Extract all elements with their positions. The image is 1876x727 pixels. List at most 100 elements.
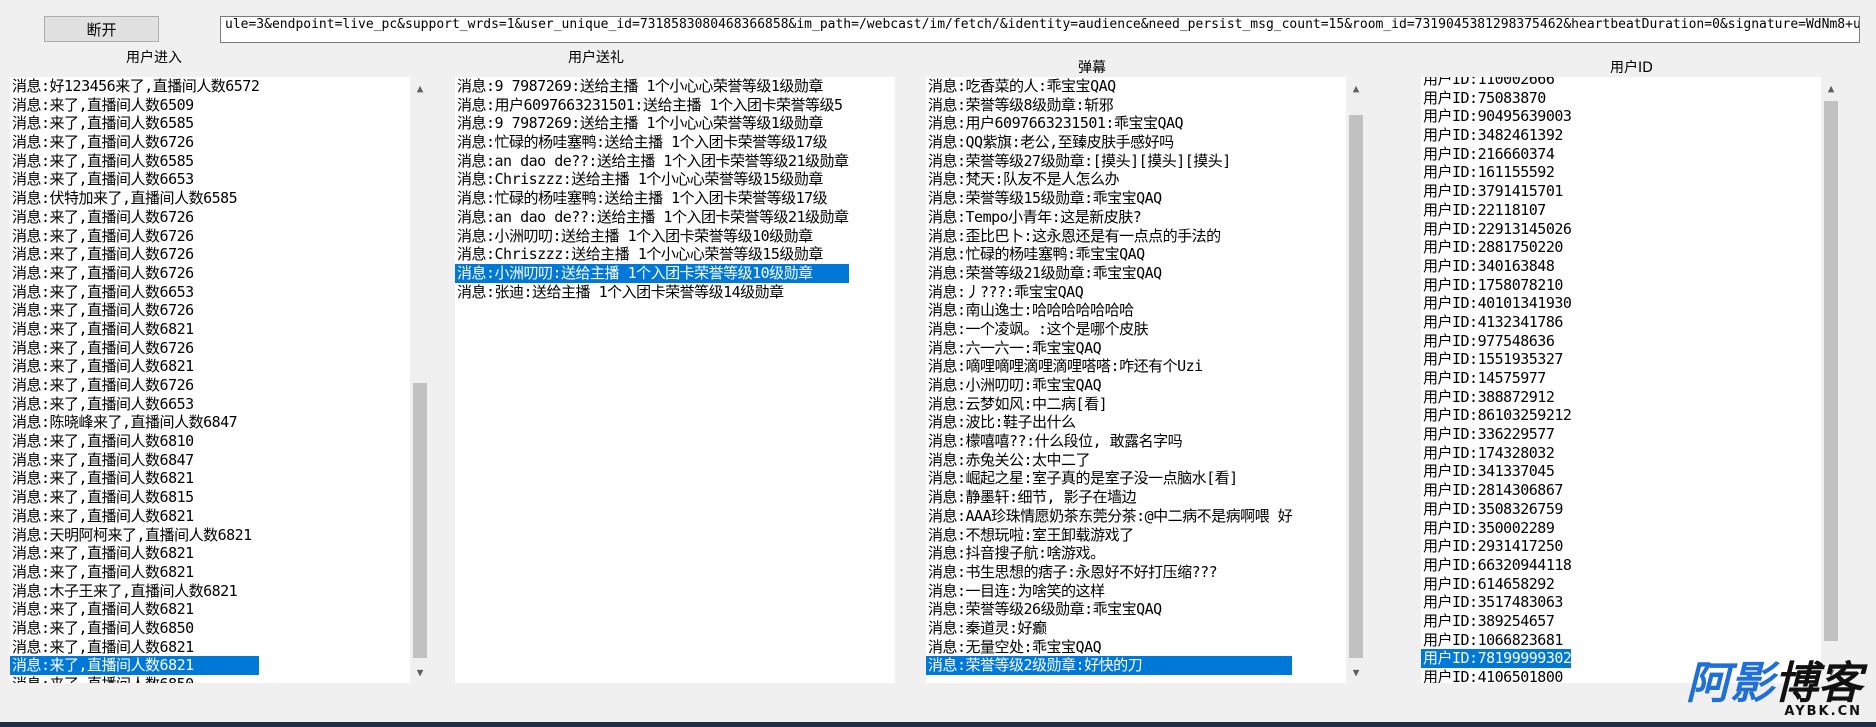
list-item[interactable]: 用户ID:3791415701	[1421, 182, 1571, 201]
scroll-up-arrow-icon[interactable]: ▲	[1346, 79, 1366, 97]
list-item[interactable]: 用户ID:66320944118	[1421, 556, 1572, 575]
list-item[interactable]: 消息:木子王来了,直播间人数6821	[10, 582, 259, 601]
list-item[interactable]: 消息:赤兔关公:太中二了	[926, 451, 1292, 470]
list-item[interactable]: 用户ID:4106501800	[1421, 668, 1571, 683]
list-item[interactable]: 用户ID:110002666	[1421, 77, 1571, 89]
list-item[interactable]: 消息:吃香菜的人:乖宝宝QAQ	[926, 77, 1292, 96]
list-item[interactable]: 消息:来了,直播间人数6821	[10, 469, 259, 488]
list-item[interactable]: 消息:来了,直播间人数6653	[10, 395, 259, 414]
list-item[interactable]: 消息:Chriszzz:送给主播 1个小心心荣誉等级15级勋章	[455, 245, 849, 264]
list-item[interactable]: 消息:来了,直播间人数6653	[10, 170, 259, 189]
list-item[interactable]: 消息:忙碌的杨哇塞鸭:乖宝宝QAQ	[926, 245, 1292, 264]
list-item[interactable]: 用户ID:86103259212	[1421, 406, 1572, 425]
list-item[interactable]: 消息:秦道灵:好癫	[926, 619, 1292, 638]
list-item[interactable]: 消息:来了,直播间人数6726	[10, 339, 259, 358]
list-item[interactable]: 消息:波比:鞋子出什么	[926, 413, 1292, 432]
list-item[interactable]: 用户ID:2881750220	[1421, 238, 1571, 257]
user-id-list[interactable]: 用户ID:110002666 用户ID:75083870 用户ID:90495639…	[1421, 77, 1841, 683]
list-item[interactable]: 消息:张迪:送给主播 1个入团卡荣誉等级14级勋章	[455, 283, 849, 302]
list-item[interactable]: 消息:梵天:队友不是人怎么办	[926, 170, 1292, 189]
list-item[interactable]: 消息:一目连:为啥笑的这样	[926, 582, 1292, 601]
list-item[interactable]: 消息:来了,直播间人数6815	[10, 488, 259, 507]
list-item[interactable]: 消息:荣誉等级2级勋章:好快的刀	[926, 656, 1293, 675]
list-item[interactable]: 用户ID:3517483063	[1421, 593, 1571, 612]
list-item[interactable]: 消息:好123456来了,直播间人数6572	[10, 77, 260, 96]
list-item[interactable]: 用户ID:388872912	[1421, 388, 1571, 407]
list-item[interactable]: 消息:an dao de??:送给主播 1个入团卡荣誉等级21级勋章	[455, 152, 849, 171]
list-item[interactable]: 用户ID:90495639003	[1421, 107, 1572, 126]
list-item[interactable]: 用户ID:340163848	[1421, 257, 1571, 276]
scroll-down-arrow-icon[interactable]: ▼	[410, 663, 430, 681]
user-gift-list[interactable]: 消息:9 7987269:送给主播 1个小心心荣誉等级1级勋章 消息:用户6097…	[455, 77, 895, 683]
list-item[interactable]: 消息:书生思想的痞子:永恩好不好打压缩???	[926, 563, 1292, 582]
list-item[interactable]: 消息:来了,直播间人数6585	[10, 114, 259, 133]
list-item[interactable]: 用户ID:1066823681	[1421, 631, 1571, 650]
list-item[interactable]: 用户ID:389254657	[1421, 612, 1571, 631]
list-item[interactable]: 消息:来了,直播间人数6726	[10, 208, 259, 227]
list-item[interactable]: 消息:小洲叨叨:乖宝宝QAQ	[926, 376, 1292, 395]
list-item[interactable]: 消息:来了,直播间人数6821	[10, 507, 259, 526]
list-item[interactable]: 用户ID:2931417250	[1421, 537, 1571, 556]
list-item[interactable]: 消息:荣誉等级26级勋章:乖宝宝QAQ	[926, 600, 1292, 619]
list-item[interactable]: 消息:来了,直播间人数6653	[10, 283, 259, 302]
list-item[interactable]: 用户ID:161155592	[1421, 163, 1571, 182]
list-item[interactable]: 消息:不想玩啦:室王卸载游戏了	[926, 526, 1292, 545]
list-item[interactable]: 消息:无量空处:乖宝宝QAQ	[926, 638, 1292, 657]
scroll-thumb[interactable]	[1349, 115, 1363, 658]
list-item[interactable]: 用户ID:614658292	[1421, 575, 1571, 594]
list-item[interactable]: 消息:南山逸士:哈哈哈哈哈哈哈	[926, 301, 1292, 320]
list-item[interactable]: 用户ID:341337045	[1421, 462, 1571, 481]
list-item[interactable]: 消息:崛起之星:室子真的是室子没一点脑水[看]	[926, 469, 1292, 488]
list-item[interactable]: 用户ID:22913145026	[1421, 220, 1572, 239]
scroll-thumb[interactable]	[413, 383, 427, 658]
url-input[interactable]: ule=3&endpoint=live_pc&support_wrds=1&us…	[220, 16, 1860, 43]
list-item[interactable]: 用户ID:336229577	[1421, 425, 1571, 444]
list-item[interactable]: 消息:来了,直播间人数6509	[10, 96, 259, 115]
list-item[interactable]: 消息:用户6097663231501:乖宝宝QAQ	[926, 114, 1292, 133]
list-item[interactable]: 消息:AAA珍珠情愿奶茶东莞分茶:@中二病不是病啊喂 好	[926, 507, 1293, 526]
list-item[interactable]: 用户ID:78199999302	[1421, 649, 1572, 668]
list-item[interactable]: 用户ID:3482461392	[1421, 126, 1571, 145]
list-item[interactable]: 消息:小洲叨叨:送给主播 1个入团卡荣誉等级10级勋章	[455, 263, 849, 283]
list-item[interactable]: 用户ID:350002289	[1421, 519, 1571, 538]
danmu-list[interactable]: 消息:吃香菜的人:乖宝宝QAQ 消息:荣誉等级8级勋章:斩邪 消息:用户609766…	[926, 77, 1366, 683]
list-item[interactable]: 消息:静墨轩:细节, 影子在墙边	[926, 488, 1292, 507]
list-item[interactable]: 用户ID:216660374	[1421, 145, 1571, 164]
list-item[interactable]: 用户ID:40101341930	[1421, 294, 1572, 313]
list-item[interactable]: 消息:来了,直播间人数6726	[10, 227, 259, 246]
list-item[interactable]: 消息:来了,直播间人数6585	[10, 152, 259, 171]
list-item[interactable]: 消息:荣誉等级8级勋章:斩邪	[926, 96, 1292, 115]
list-item[interactable]: 消息:荣誉等级21级勋章:乖宝宝QAQ	[926, 264, 1292, 283]
list-item[interactable]: 消息:丿???:乖宝宝QAQ	[926, 283, 1292, 302]
list-item[interactable]: 消息:一个凌飒。:这个是哪个皮肤	[926, 320, 1292, 339]
list-item[interactable]: 消息:an dao de??:送给主播 1个入团卡荣誉等级21级勋章	[455, 208, 849, 227]
list-item[interactable]: 消息:嘀哩嘀哩滴哩滴哩嗒嗒:咋还有个Uzi	[926, 357, 1292, 376]
list-item[interactable]: 消息:来了,直播间人数6810	[10, 432, 259, 451]
list-item[interactable]: 用户ID:14575977	[1421, 369, 1571, 388]
list-item[interactable]: 用户ID:977548636	[1421, 332, 1571, 351]
list-item[interactable]: 用户ID:22118107	[1421, 201, 1571, 220]
list-item[interactable]: 消息:9 7987269:送给主播 1个小心心荣誉等级1级勋章	[455, 77, 849, 96]
list-item[interactable]: 消息:来了,直播间人数6821	[10, 320, 259, 339]
list-item[interactable]: 用户ID:4132341786	[1421, 313, 1571, 332]
list-item[interactable]: 消息:檬嘻嘻??:什么段位, 敢露名字吗	[926, 432, 1292, 451]
list-item[interactable]: 消息:荣誉等级15级勋章:乖宝宝QAQ	[926, 189, 1292, 208]
list-item[interactable]: 消息:QQ紫旗:老公,至臻皮肤手感好吗	[926, 133, 1292, 152]
list-item[interactable]: 消息:来了,直播间人数6821	[10, 563, 259, 582]
list-item[interactable]: 用户ID:174328032	[1421, 444, 1571, 463]
list-item[interactable]: 消息:来了,直播间人数6850	[10, 675, 259, 683]
list-item[interactable]: 消息:忙碌的杨哇塞鸭:送给主播 1个入团卡荣誉等级17级	[455, 133, 849, 152]
list-item[interactable]: 消息:Tempo小青年:这是新皮肤?	[926, 208, 1292, 227]
scroll-up-arrow-icon[interactable]: ▲	[1821, 79, 1841, 97]
list-item[interactable]: 消息:六一六一:乖宝宝QAQ	[926, 339, 1292, 358]
list-item[interactable]: 用户ID:75083870	[1421, 89, 1571, 108]
list-item[interactable]: 消息:来了,直播间人数6847	[10, 451, 259, 470]
list-item[interactable]: 用户ID:1551935327	[1421, 350, 1571, 369]
list-item[interactable]: 消息:荣誉等级27级勋章:[摸头][摸头][摸头]	[926, 152, 1292, 171]
scroll-thumb[interactable]	[1824, 101, 1838, 641]
list-item[interactable]: 消息:云梦如风:中二病[看]	[926, 395, 1292, 414]
list-item[interactable]: 消息:小洲叨叨:送给主播 1个入团卡荣誉等级10级勋章	[455, 227, 849, 246]
danmu-scrollbar[interactable]: ▲ ▼	[1346, 77, 1366, 683]
scroll-down-arrow-icon[interactable]: ▼	[1346, 663, 1366, 681]
list-item[interactable]: 消息:来了,直播间人数6821	[10, 544, 259, 563]
